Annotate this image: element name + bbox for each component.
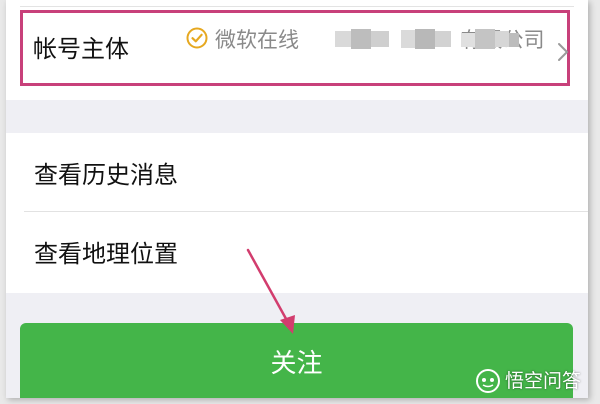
account-owner-row[interactable]: 帐号主体 微软在线██████████有限公司: [20, 10, 570, 86]
watermark-text: 悟空问答: [505, 370, 582, 392]
watermark: 悟空问答: [475, 367, 595, 395]
menu-section: 查看历史消息 查看地理位置: [6, 133, 588, 293]
redaction-blur: [335, 29, 519, 49]
view-history-label: 查看历史消息: [34, 161, 178, 189]
screenshot-frame: 帐号主体 微软在线██████████有限公司: [6, 0, 588, 398]
account-owner-label: 帐号主体: [33, 35, 129, 63]
view-location-label: 查看地理位置: [34, 240, 178, 268]
divider: [20, 6, 574, 7]
chevron-right-icon: [558, 43, 568, 61]
view-location-row[interactable]: 查看地理位置: [6, 212, 588, 290]
wukong-logo-icon: [476, 369, 500, 393]
view-history-row[interactable]: 查看历史消息: [6, 133, 588, 212]
account-section: 帐号主体 微软在线██████████有限公司: [6, 0, 588, 100]
